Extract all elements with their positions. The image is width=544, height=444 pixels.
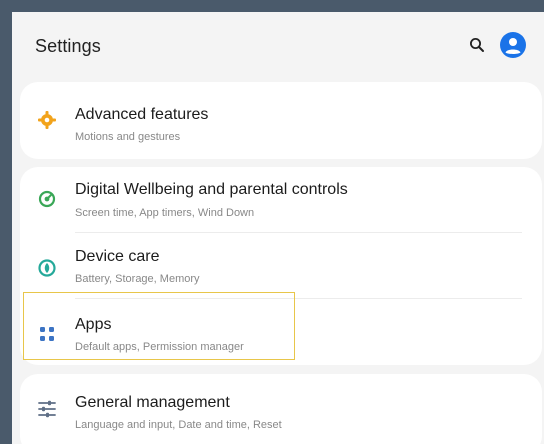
settings-item-digital-wellbeing[interactable]: Digital Wellbeing and parental controls …	[20, 167, 542, 231]
apps-icon	[40, 327, 54, 341]
item-label: Apps	[75, 316, 112, 333]
account-icon[interactable]	[500, 32, 526, 58]
advanced-features-icon	[38, 111, 56, 129]
card-group-main: Digital Wellbeing and parental controls …	[20, 167, 542, 365]
settings-item-apps[interactable]: Apps Default apps, Permission manager	[20, 299, 542, 365]
item-subtitle: Motions and gestures	[75, 131, 181, 143]
card-advanced: Advanced features Motions and gestures	[20, 82, 542, 159]
general-management-icon	[38, 400, 56, 418]
card-general: General management Language and input, D…	[20, 374, 542, 444]
item-subtitle: Default apps, Permission manager	[75, 341, 244, 353]
item-label: Advanced features	[75, 106, 209, 123]
header-bar: Settings	[12, 12, 544, 80]
settings-screen: Settings Advanced features Motions and g…	[12, 12, 544, 444]
item-label: Digital Wellbeing and parental controls	[75, 181, 348, 198]
settings-item-device-care[interactable]: Device care Battery, Storage, Memory	[20, 233, 542, 297]
item-subtitle: Language and input, Date and time, Reset	[75, 419, 282, 431]
page-title: Settings	[35, 36, 101, 56]
item-label: Device care	[75, 248, 160, 265]
item-subtitle: Screen time, App timers, Wind Down	[75, 207, 255, 219]
item-subtitle: Battery, Storage, Memory	[75, 273, 200, 285]
device-care-icon	[38, 259, 56, 277]
settings-item-general-management[interactable]: General management Language and input, D…	[20, 374, 542, 444]
item-label: General management	[75, 394, 230, 411]
settings-item-advanced-features[interactable]: Advanced features Motions and gestures	[20, 82, 542, 159]
search-icon[interactable]	[468, 36, 486, 54]
digital-wellbeing-icon	[38, 190, 56, 208]
